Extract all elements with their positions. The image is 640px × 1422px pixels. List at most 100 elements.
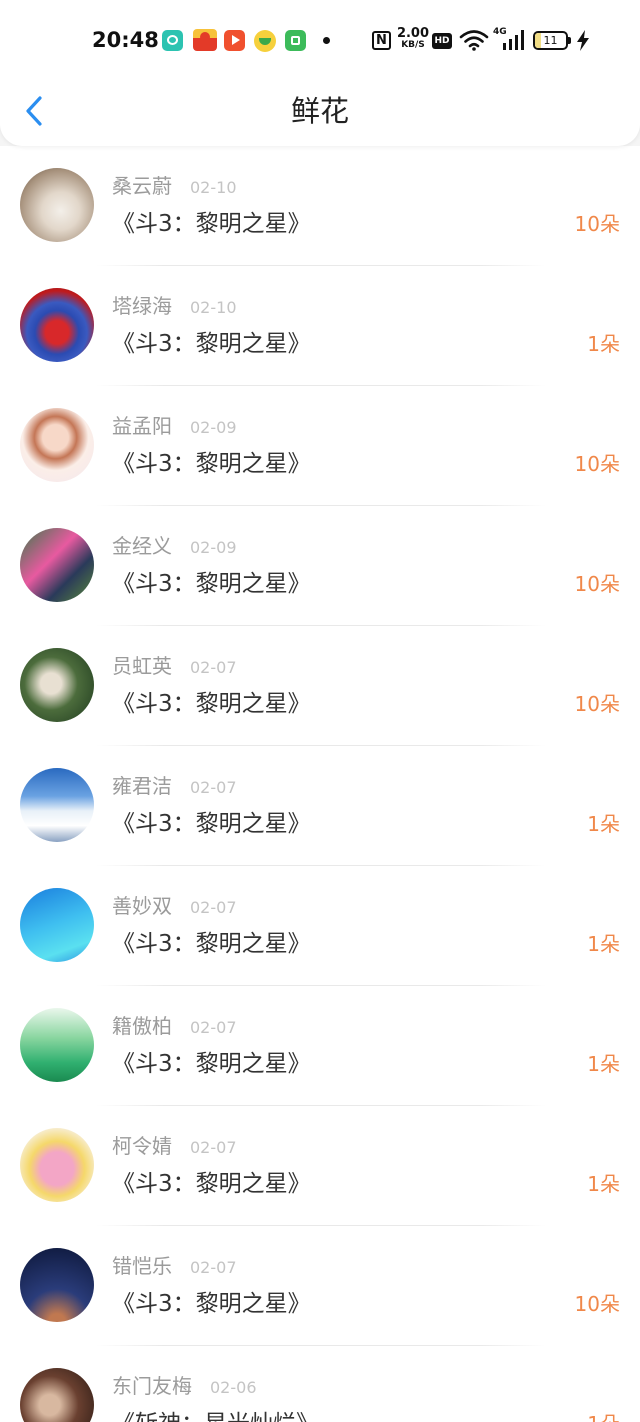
charging-icon — [577, 30, 589, 51]
item-meta: 错恺乐 02-07 — [112, 1254, 237, 1280]
user-name: 雍君洁 — [112, 774, 172, 798]
wifi-icon — [459, 30, 489, 51]
book-title: 《斗3：黎明之星》 — [112, 931, 311, 957]
chat-app-icon — [162, 30, 183, 51]
store-app-icon — [285, 30, 306, 51]
flower-count: 1朵 — [587, 332, 620, 356]
item-meta: 雍君洁 02-07 — [112, 774, 237, 800]
flower-count: 1朵 — [587, 1410, 620, 1422]
hd-icon: HD — [432, 33, 452, 49]
video-app-icon — [224, 30, 245, 51]
item-meta: 益孟阳 02-09 — [112, 414, 237, 440]
header: 20:48 N 2.00 KB/S HD 4G 11 鲜花 — [0, 0, 640, 146]
book-title: 《斗3：黎明之星》 — [112, 1051, 311, 1077]
list-item[interactable]: 善妙双 02-07 《斗3：黎明之星》 1朵 — [0, 866, 640, 986]
date: 02-10 — [190, 178, 237, 197]
avatar[interactable] — [20, 1128, 94, 1202]
book-title: 《斗3：黎明之星》 — [112, 451, 311, 477]
item-meta: 桑云蔚 02-10 — [112, 174, 237, 200]
date: 02-07 — [190, 778, 237, 797]
avatar[interactable] — [20, 168, 94, 242]
speed-unit: KB/S — [401, 40, 425, 50]
user-name: 桑云蔚 — [112, 174, 172, 198]
avatar[interactable] — [20, 888, 94, 962]
avatar[interactable] — [20, 288, 94, 362]
item-meta: 柯令婧 02-07 — [112, 1134, 237, 1160]
page-title: 鲜花 — [290, 94, 349, 128]
list-item[interactable]: 错恺乐 02-07 《斗3：黎明之星》 10朵 — [0, 1226, 640, 1346]
avatar[interactable] — [20, 1248, 94, 1322]
list-item[interactable]: 东门友梅 02-06 《斩神：星光灿烂》 1朵 — [0, 1346, 640, 1422]
user-name: 柯令婧 — [112, 1134, 172, 1158]
book-title: 《斗3：黎明之星》 — [112, 1291, 311, 1317]
list-item[interactable]: 柯令婧 02-07 《斗3：黎明之星》 1朵 — [0, 1106, 640, 1226]
flower-count: 10朵 — [574, 212, 620, 236]
item-meta: 员虹英 02-07 — [112, 654, 237, 680]
book-title: 《斗3：黎明之星》 — [112, 331, 311, 357]
avatar[interactable] — [20, 648, 94, 722]
book-title: 《斗3：黎明之星》 — [112, 1171, 311, 1197]
book-title: 《斩神：星光灿烂》 — [112, 1409, 319, 1422]
date: 02-07 — [190, 1018, 237, 1037]
list-item[interactable]: 员虹英 02-07 《斗3：黎明之星》 10朵 — [0, 626, 640, 746]
battery-level: 11 — [543, 34, 558, 47]
user-name: 善妙双 — [112, 894, 172, 918]
list-item[interactable]: 塔绿海 02-10 《斗3：黎明之星》 1朵 — [0, 266, 640, 386]
book-title: 《斗3：黎明之星》 — [112, 571, 311, 597]
avatar[interactable] — [20, 768, 94, 842]
more-notifications-dot-icon — [323, 37, 330, 44]
signal-icon — [503, 30, 524, 50]
battery-nub — [568, 37, 571, 44]
item-meta: 善妙双 02-07 — [112, 894, 237, 920]
item-meta: 塔绿海 02-10 — [112, 294, 237, 320]
list-item[interactable]: 益孟阳 02-09 《斗3：黎明之星》 10朵 — [0, 386, 640, 506]
page: 20:48 N 2.00 KB/S HD 4G 11 鲜花 桑云蔚 02-10 … — [0, 0, 640, 1422]
date: 02-09 — [190, 418, 237, 437]
flower-count: 1朵 — [587, 812, 620, 836]
flower-count: 10朵 — [574, 452, 620, 476]
flower-count: 10朵 — [574, 692, 620, 716]
list-item[interactable]: 籍傲柏 02-07 《斗3：黎明之星》 1朵 — [0, 986, 640, 1106]
list-item[interactable]: 雍君洁 02-07 《斗3：黎明之星》 1朵 — [0, 746, 640, 866]
flower-list[interactable]: 桑云蔚 02-10 《斗3：黎明之星》 10朵 塔绿海 02-10 《斗3：黎明… — [0, 146, 640, 1422]
date: 02-07 — [190, 1138, 237, 1157]
date: 02-10 — [190, 298, 237, 317]
nfc-icon: N — [372, 31, 391, 50]
user-name: 员虹英 — [112, 654, 172, 678]
flower-count: 1朵 — [587, 1172, 620, 1196]
date: 02-07 — [190, 1258, 237, 1277]
user-name: 错恺乐 — [112, 1254, 172, 1278]
list-item[interactable]: 金经义 02-09 《斗3：黎明之星》 10朵 — [0, 506, 640, 626]
avatar[interactable] — [20, 1368, 94, 1422]
clock: 20:48 — [92, 28, 159, 52]
user-name: 籍傲柏 — [112, 1014, 172, 1038]
user-name: 东门友梅 — [112, 1374, 192, 1398]
news-app-icon — [193, 29, 217, 51]
status-bar: 20:48 N 2.00 KB/S HD 4G 11 — [0, 0, 640, 80]
flower-count: 10朵 — [574, 1292, 620, 1316]
book-title: 《斗3：黎明之星》 — [112, 691, 311, 717]
avatar[interactable] — [20, 528, 94, 602]
user-name: 金经义 — [112, 534, 172, 558]
list-item[interactable]: 桑云蔚 02-10 《斗3：黎明之星》 10朵 — [0, 146, 640, 266]
book-title: 《斗3：黎明之星》 — [112, 211, 311, 237]
avatar[interactable] — [20, 408, 94, 482]
date: 02-07 — [190, 658, 237, 677]
battery-icon: 11 — [533, 31, 568, 50]
date: 02-09 — [190, 538, 237, 557]
avatar[interactable] — [20, 1008, 94, 1082]
flower-count: 1朵 — [587, 1052, 620, 1076]
item-meta: 金经义 02-09 — [112, 534, 237, 560]
network-speed: 2.00 KB/S — [396, 27, 430, 51]
user-name: 益孟阳 — [112, 414, 172, 438]
bird-app-icon — [254, 30, 276, 52]
book-title: 《斗3：黎明之星》 — [112, 811, 311, 837]
item-meta: 东门友梅 02-06 — [112, 1374, 257, 1400]
date: 02-07 — [190, 898, 237, 917]
flower-count: 1朵 — [587, 932, 620, 956]
date: 02-06 — [210, 1378, 257, 1397]
flower-count: 10朵 — [574, 572, 620, 596]
user-name: 塔绿海 — [112, 294, 172, 318]
item-meta: 籍傲柏 02-07 — [112, 1014, 237, 1040]
speed-value: 2.00 — [396, 26, 430, 41]
